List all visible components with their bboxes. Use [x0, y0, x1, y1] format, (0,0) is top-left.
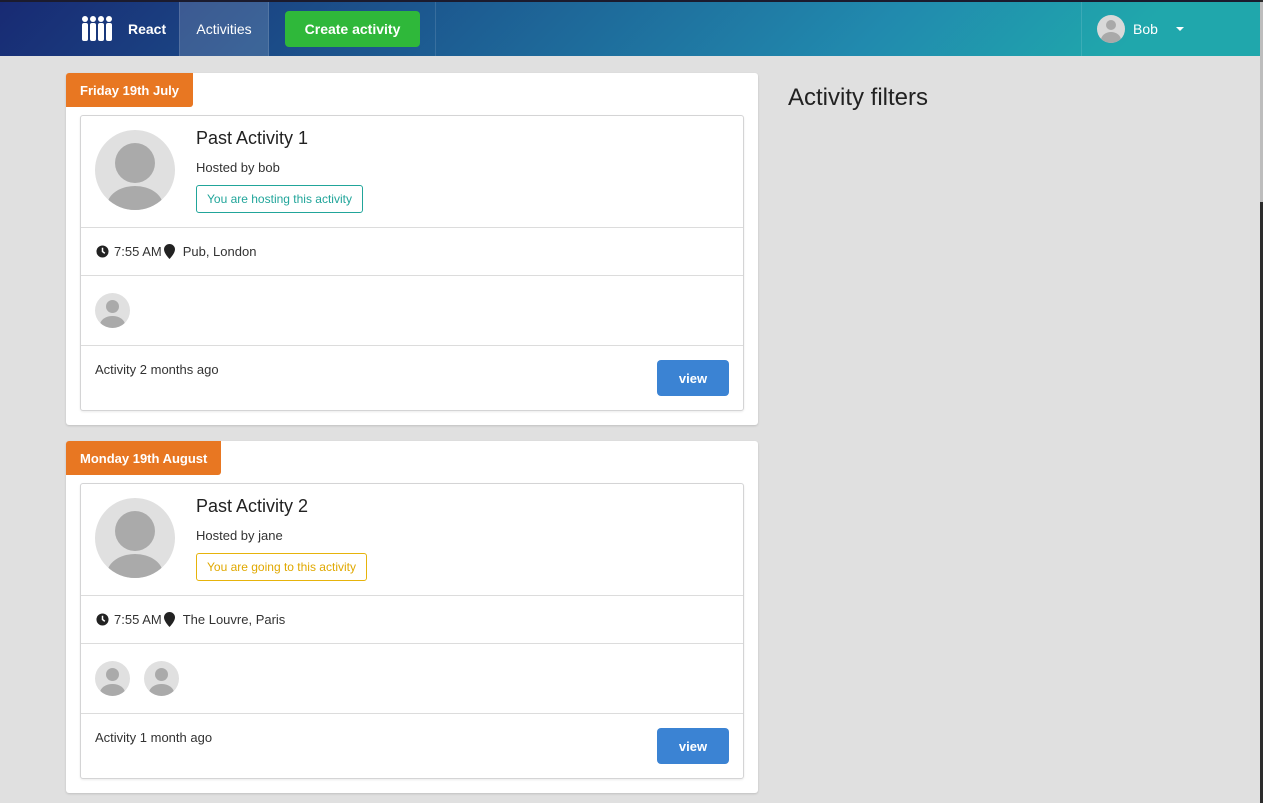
activity-header: Past Activity 2 Hosted by jane You are g…	[81, 484, 743, 596]
view-button[interactable]: view	[657, 360, 729, 396]
activity-description: Activity 2 months ago	[95, 362, 219, 377]
activity-location: The Louvre, Paris	[182, 612, 286, 627]
activity-location: Pub, London	[182, 244, 257, 259]
activity-meta: 7:55 AM Pub, London	[81, 228, 743, 276]
host-avatar	[95, 498, 175, 578]
activity-time: 7:55 AM	[114, 612, 162, 627]
activity-header: Past Activity 1 Hosted by bob You are ho…	[81, 116, 743, 228]
view-button[interactable]: view	[657, 728, 729, 764]
top-navbar: React Activities Create activity Bob	[0, 0, 1260, 56]
activity-title[interactable]: Past Activity 2	[196, 496, 308, 517]
hosting-badge: You are hosting this activity	[196, 185, 363, 213]
going-badge: You are going to this activity	[196, 553, 367, 581]
map-marker-icon	[163, 244, 175, 259]
filters-heading: Activity filters	[788, 84, 929, 111]
user-menu[interactable]: Bob	[1081, 2, 1260, 56]
attendee-list	[81, 276, 743, 346]
attendee-list	[81, 644, 743, 714]
activity-footer: Activity 1 month ago view	[81, 714, 743, 778]
brand-link[interactable]: React	[80, 2, 166, 56]
map-marker-icon	[163, 612, 175, 627]
nav-activities[interactable]: Activities	[179, 2, 269, 56]
activity-group: Friday 19th July Past Activity 1 Hosted …	[66, 73, 758, 425]
caret-down-icon	[1175, 27, 1184, 31]
hosted-by: Hosted by bob	[196, 160, 280, 175]
activity-description: Activity 1 month ago	[95, 730, 213, 745]
activity-card: Past Activity 1 Hosted by bob You are ho…	[80, 115, 744, 411]
activity-footer: Activity 2 months ago view	[81, 346, 743, 410]
activity-card: Past Activity 2 Hosted by jane You are g…	[80, 483, 744, 779]
hosted-by: Hosted by jane	[196, 528, 283, 543]
user-name: Bob	[1133, 21, 1158, 37]
activity-time: 7:55 AM	[114, 244, 162, 259]
nav-create-item: Create activity	[269, 2, 436, 56]
brand-label: React	[128, 21, 167, 37]
clock-icon	[96, 245, 109, 258]
people-logo-icon	[82, 16, 112, 41]
host-avatar	[95, 130, 175, 210]
user-avatar	[1097, 15, 1125, 43]
date-label: Friday 19th July	[66, 73, 193, 107]
attendee-avatar[interactable]	[95, 293, 130, 328]
create-activity-button[interactable]: Create activity	[285, 11, 420, 47]
activity-meta: 7:55 AM The Louvre, Paris	[81, 596, 743, 644]
activity-group: Monday 19th August Past Activity 2 Hoste…	[66, 441, 758, 793]
clock-icon	[96, 613, 109, 626]
attendee-avatar[interactable]	[144, 661, 179, 696]
attendee-avatar[interactable]	[95, 661, 130, 696]
date-label: Monday 19th August	[66, 441, 222, 475]
activity-title[interactable]: Past Activity 1	[196, 128, 308, 149]
